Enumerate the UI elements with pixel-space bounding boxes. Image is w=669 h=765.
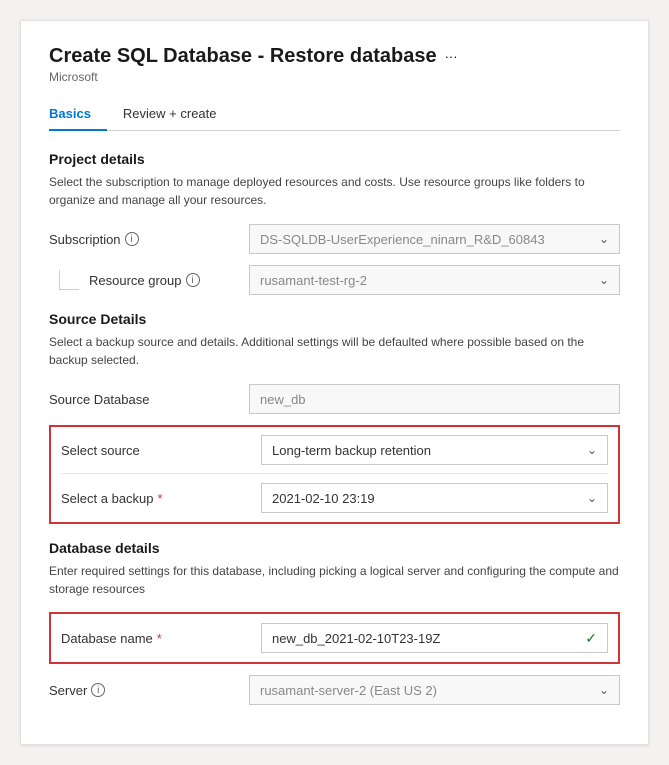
source-backup-highlight-box: Select source Long-term backup retention… [49, 425, 620, 524]
tab-review-create[interactable]: Review + create [123, 98, 233, 131]
database-name-valid-icon: ✓ [585, 630, 597, 647]
server-dropdown-arrow: ⌄ [599, 683, 609, 697]
subscription-dropdown[interactable]: DS-SQLDB-UserExperience_ninarn_R&D_60843… [249, 224, 620, 254]
select-source-row: Select source Long-term backup retention… [61, 435, 608, 474]
database-name-row: Database name * new_db_2021-02-10T23-19Z… [61, 622, 608, 654]
subscription-dropdown-arrow: ⌄ [599, 232, 609, 246]
project-details-title: Project details [49, 151, 620, 167]
select-backup-label: Select a backup * [61, 491, 261, 506]
resource-group-label: Resource group i [89, 273, 249, 288]
database-details-desc: Enter required settings for this databas… [49, 562, 620, 598]
select-backup-row: Select a backup * 2021-02-10 23:19 ⌄ [61, 482, 608, 514]
page-subtitle: Microsoft [49, 70, 620, 84]
select-backup-dropdown[interactable]: 2021-02-10 23:19 ⌄ [261, 483, 608, 513]
main-card: Create SQL Database - Restore database ·… [20, 20, 649, 745]
source-database-field: new_db [249, 384, 620, 414]
source-details-desc: Select a backup source and details. Addi… [49, 333, 620, 369]
resource-group-row: Resource group i rusamant-test-rg-2 ⌄ [49, 265, 620, 295]
server-dropdown[interactable]: rusamant-server-2 (East US 2) ⌄ [249, 675, 620, 705]
database-name-highlight-box: Database name * new_db_2021-02-10T23-19Z… [49, 612, 620, 664]
server-row: Server i rusamant-server-2 (East US 2) ⌄ [49, 674, 620, 706]
database-details-title: Database details [49, 540, 620, 556]
select-source-dropdown-arrow: ⌄ [587, 443, 597, 457]
ellipsis-menu[interactable]: ··· [445, 49, 458, 64]
select-backup-dropdown-arrow: ⌄ [587, 491, 597, 505]
subscription-label: Subscription i [49, 232, 249, 247]
database-name-field[interactable]: new_db_2021-02-10T23-19Z ✓ [261, 623, 608, 653]
database-name-label: Database name * [61, 631, 261, 646]
source-database-row: Source Database new_db [49, 383, 620, 415]
subscription-info-icon[interactable]: i [125, 232, 139, 246]
server-label: Server i [49, 683, 249, 698]
select-source-label: Select source [61, 443, 261, 458]
resource-group-dropdown-arrow: ⌄ [599, 273, 609, 287]
subscription-row: Subscription i DS-SQLDB-UserExperience_n… [49, 223, 620, 255]
project-details-desc: Select the subscription to manage deploy… [49, 173, 620, 209]
tab-basics[interactable]: Basics [49, 98, 107, 131]
resource-group-dropdown[interactable]: rusamant-test-rg-2 ⌄ [249, 265, 620, 295]
select-backup-required: * [158, 491, 163, 506]
tabs-bar: Basics Review + create [49, 98, 620, 131]
database-name-required: * [157, 631, 162, 646]
select-source-dropdown[interactable]: Long-term backup retention ⌄ [261, 435, 608, 465]
page-title: Create SQL Database - Restore database [49, 45, 437, 68]
server-info-icon[interactable]: i [91, 683, 105, 697]
resource-group-info-icon[interactable]: i [186, 273, 200, 287]
resource-indent [49, 270, 89, 290]
source-details-title: Source Details [49, 311, 620, 327]
source-database-label: Source Database [49, 392, 249, 407]
